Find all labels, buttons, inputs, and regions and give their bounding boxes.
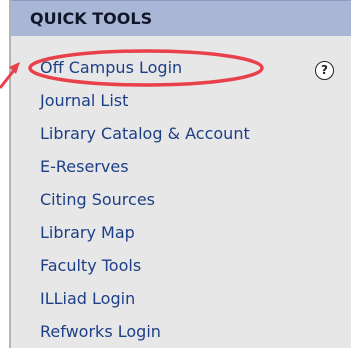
library-map-link[interactable]: Library Map xyxy=(40,223,135,243)
citing-sources-link[interactable]: Citing Sources xyxy=(40,190,155,210)
refworks-login-link[interactable]: Refworks Login xyxy=(40,322,161,342)
illiad-login-link[interactable]: ILLiad Login xyxy=(40,289,135,309)
journal-list-link[interactable]: Journal List xyxy=(40,91,128,111)
panel-title: QUICK TOOLS xyxy=(30,9,153,28)
quick-tools-header: QUICK TOOLS xyxy=(11,0,351,36)
e-reserves-link[interactable]: E-Reserves xyxy=(40,157,129,177)
off-campus-login-link[interactable]: Off Campus Login xyxy=(40,58,182,78)
quick-tools-screenshot: QUICK TOOLS Off Campus Login ? Journal L… xyxy=(0,0,351,348)
panel-left-divider xyxy=(9,0,11,348)
library-catalog-account-link[interactable]: Library Catalog & Account xyxy=(40,124,250,144)
help-icon[interactable]: ? xyxy=(315,61,334,80)
faculty-tools-link[interactable]: Faculty Tools xyxy=(40,256,141,276)
